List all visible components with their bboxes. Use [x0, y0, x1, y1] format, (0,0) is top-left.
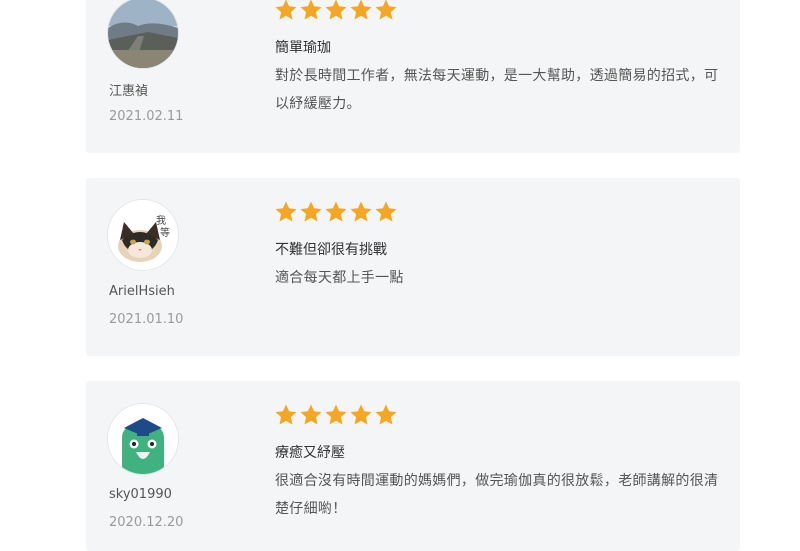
reviewer-name: 江惠禎	[109, 84, 149, 99]
review-card: 我 等 ArielHsieh 2021.01.10 不難但卻很有挑戰 適合每天都…	[86, 178, 740, 356]
review-card: 江惠禎 2021.02.11 簡單瑜珈 對於長時間工作者，無法每天運動，是一大幫…	[86, 0, 740, 153]
star-icon	[275, 404, 297, 425]
reviewer-avatar	[108, 404, 178, 474]
review-text: 很適合沒有時間運動的媽媽們，做完瑜伽真的很放鬆，老師講解的很清楚仔細喲！	[275, 473, 719, 517]
star-rating	[274, 200, 398, 224]
star-icon	[325, 201, 347, 222]
star-icon	[275, 0, 297, 20]
review-date: 2021.01.10	[109, 312, 184, 327]
star-icon	[375, 0, 397, 20]
star-icon	[350, 404, 372, 425]
review-date: 2021.02.11	[109, 109, 184, 124]
star-icon	[325, 0, 347, 20]
star-icon	[300, 0, 322, 20]
review-date: 2020.12.20	[109, 515, 184, 530]
landscape-photo-icon	[108, 0, 178, 68]
review-title: 療癒又紓壓	[275, 445, 345, 461]
star-icon	[350, 201, 372, 222]
reviewer-avatar	[108, 0, 178, 68]
star-icon	[375, 404, 397, 425]
graduate-mascot-icon	[108, 404, 178, 474]
star-icon	[300, 201, 322, 222]
star-icon	[375, 201, 397, 222]
review-title: 簡單瑜珈	[275, 40, 331, 56]
star-rating	[274, 0, 398, 22]
star-icon	[325, 404, 347, 425]
reviewer-name: sky01990	[109, 487, 172, 502]
review-card: sky01990 2020.12.20 療癒又紓壓 很適合沒有時間運動的媽媽們，…	[86, 381, 740, 551]
svg-text:等: 等	[160, 226, 170, 239]
review-title: 不難但卻很有挑戰	[275, 242, 387, 258]
star-rating	[274, 403, 398, 427]
review-text: 對於長時間工作者，無法每天運動，是一大幫助，透過簡易的招式，可以紓緩壓力。	[275, 68, 719, 112]
reviewer-name: ArielHsieh	[109, 284, 175, 299]
cat-avatar-icon: 我 等	[108, 200, 178, 270]
reviewer-avatar: 我 等	[108, 200, 178, 270]
star-icon	[300, 404, 322, 425]
star-icon	[275, 201, 297, 222]
svg-text:我: 我	[156, 215, 166, 227]
review-text: 適合每天都上手一點	[275, 270, 404, 286]
star-icon	[350, 0, 372, 20]
